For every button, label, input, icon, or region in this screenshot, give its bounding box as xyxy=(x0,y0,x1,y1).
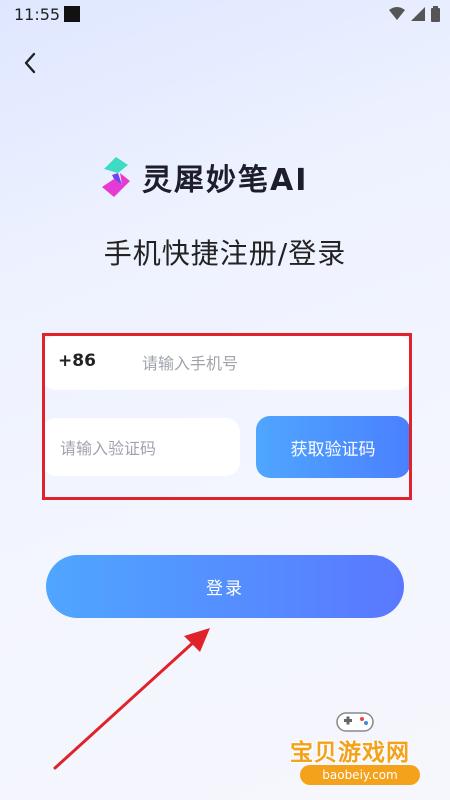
brand-logo: 灵犀妙笔AI xyxy=(98,155,308,199)
status-time: 11:55 xyxy=(14,5,61,24)
login-button[interactable]: 登录 xyxy=(46,555,404,618)
back-button[interactable] xyxy=(18,50,44,76)
brand-name: 灵犀妙笔AI xyxy=(142,163,309,198)
signal-icon xyxy=(411,7,425,21)
chevron-left-icon xyxy=(24,52,36,74)
gamepad-icon xyxy=(336,712,374,732)
watermark-url: baobeiy.com xyxy=(300,765,420,785)
watermark: 宝贝游戏网 baobeiy.com xyxy=(290,705,440,795)
highlight-box xyxy=(42,333,412,500)
status-bar: 11:55 xyxy=(0,0,450,30)
status-icons xyxy=(389,6,440,22)
watermark-text: 宝贝游戏网 xyxy=(290,740,410,766)
notification-icon xyxy=(64,6,80,22)
battery-icon xyxy=(431,6,440,22)
wifi-icon xyxy=(389,7,405,20)
lingxi-logo-icon xyxy=(102,157,130,197)
page-title: 手机快捷注册/登录 xyxy=(103,237,347,270)
